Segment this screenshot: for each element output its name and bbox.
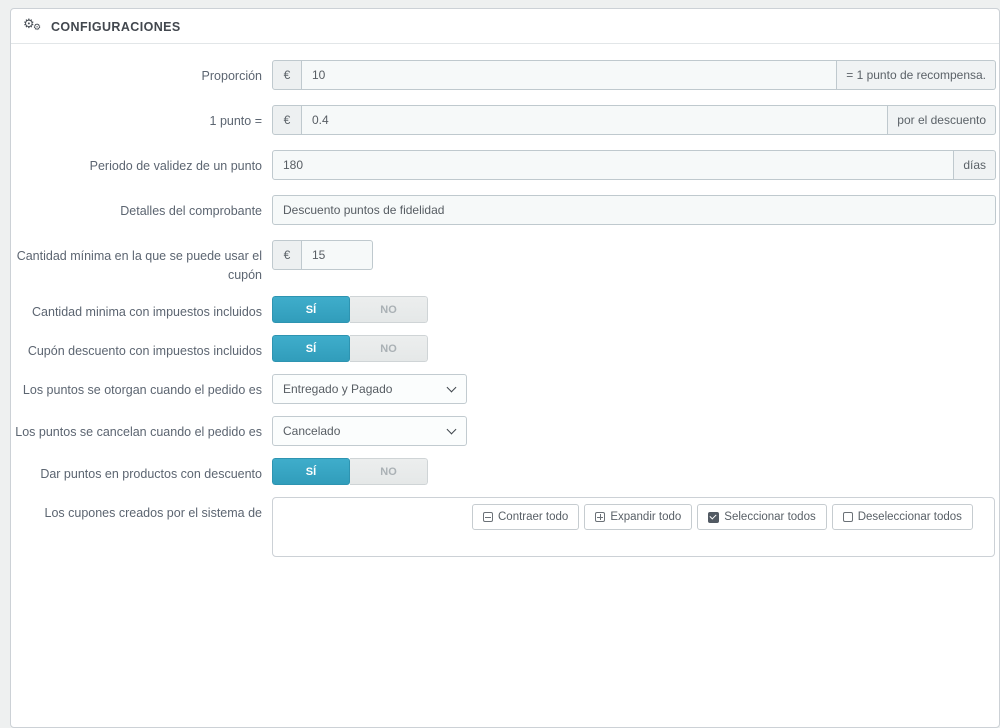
row-point-value: 1 punto = € por el descuento bbox=[11, 105, 999, 135]
gears-icon: ⚙ ⚙ bbox=[23, 17, 42, 33]
row-min-amount: Cantidad mínima en la que se puede usar … bbox=[11, 240, 999, 284]
collapse-all-button[interactable]: Contraer todo bbox=[472, 504, 580, 530]
points-awarded-select[interactable]: Entregado y Pagado bbox=[272, 374, 467, 404]
switch-yes-button[interactable]: SÍ bbox=[272, 458, 350, 485]
row-discounted-products: Dar puntos en productos con descuento SÍ… bbox=[11, 458, 999, 485]
validity-label: Periodo de validez de un punto bbox=[89, 159, 262, 173]
voucher-details-label: Detalles del comprobante bbox=[120, 204, 262, 218]
voucher-tax-label: Cupón descuento con impuestos incluidos bbox=[27, 344, 262, 358]
category-tree-toolbar: Contraer todo Expandir todo Seleccionar … bbox=[472, 504, 973, 530]
expand-icon bbox=[595, 512, 606, 522]
point-value-input[interactable] bbox=[302, 105, 889, 135]
currency-prefix: € bbox=[272, 60, 302, 90]
switch-yes-button[interactable]: SÍ bbox=[272, 296, 350, 323]
min-amount-tax-label: Cantidad minima con impuestos incluidos bbox=[32, 305, 262, 319]
panel-heading: ⚙ ⚙ CONFIGURACIONES bbox=[11, 9, 999, 44]
checkbox-checked-icon bbox=[708, 511, 720, 523]
point-value-suffix: por el descuento bbox=[888, 105, 996, 135]
row-validity: Periodo de validez de un punto días bbox=[11, 150, 999, 180]
min-amount-input[interactable] bbox=[302, 240, 373, 270]
validity-suffix: días bbox=[954, 150, 996, 180]
proportion-suffix: = 1 punto de recompensa. bbox=[837, 60, 996, 90]
proportion-input[interactable] bbox=[302, 60, 838, 90]
proportion-label: Proporción bbox=[201, 69, 262, 83]
settings-form: Proporción € = 1 punto de recompensa. 1 … bbox=[11, 44, 999, 557]
min-amount-label: Cantidad mínima en la que se puede usar … bbox=[16, 249, 262, 282]
points-awarded-label: Los puntos se otorgan cuando el pedido e… bbox=[22, 383, 262, 397]
categories-label: Los cupones creados por el sistema de bbox=[44, 506, 263, 520]
currency-prefix: € bbox=[272, 240, 302, 270]
switch-no-button[interactable]: NO bbox=[350, 335, 428, 362]
switch-no-button[interactable]: NO bbox=[350, 458, 428, 485]
uncheck-all-button[interactable]: Deseleccionar todos bbox=[831, 504, 973, 530]
row-min-amount-tax: Cantidad minima con impuestos incluidos … bbox=[11, 296, 999, 323]
currency-prefix: € bbox=[272, 105, 302, 135]
point-value-label: 1 punto = bbox=[209, 114, 262, 128]
configurations-panel: ⚙⚙ CONFIGURACIONES Proporción € = 1 punt… bbox=[10, 8, 1000, 728]
expand-all-button[interactable]: Expandir todo bbox=[584, 504, 693, 530]
switch-yes-button[interactable]: SÍ bbox=[272, 335, 350, 362]
validity-input[interactable] bbox=[272, 150, 955, 180]
category-tree-panel: Contraer todo Expandir todo Seleccionar … bbox=[272, 497, 995, 557]
check-all-button[interactable]: Seleccionar todos bbox=[697, 504, 827, 530]
row-categories: Los cupones creados por el sistema de Co… bbox=[11, 497, 999, 557]
row-voucher-details: Detalles del comprobante bbox=[11, 195, 999, 225]
discounted-products-switch: SÍ NO bbox=[272, 458, 428, 485]
panel-title: CONFIGURACIONES bbox=[51, 19, 181, 34]
voucher-tax-switch: SÍ NO bbox=[272, 335, 428, 362]
switch-no-button[interactable]: NO bbox=[350, 296, 428, 323]
row-proportion: Proporción € = 1 punto de recompensa. bbox=[11, 60, 999, 90]
min-amount-tax-switch: SÍ NO bbox=[272, 296, 428, 323]
collapse-icon bbox=[483, 512, 493, 522]
checkbox-empty-icon bbox=[842, 512, 853, 522]
voucher-details-input[interactable] bbox=[272, 195, 996, 225]
row-points-awarded: Los puntos se otorgan cuando el pedido e… bbox=[11, 374, 999, 404]
row-points-cancelled: Los puntos se cancelan cuando el pedido … bbox=[11, 416, 999, 446]
row-voucher-tax: Cupón descuento con impuestos incluidos … bbox=[11, 335, 999, 362]
discounted-products-label: Dar puntos en productos con descuento bbox=[40, 467, 262, 481]
points-cancelled-select[interactable]: Cancelado bbox=[272, 416, 467, 446]
points-cancelled-label: Los puntos se cancelan cuando el pedido … bbox=[15, 425, 262, 439]
